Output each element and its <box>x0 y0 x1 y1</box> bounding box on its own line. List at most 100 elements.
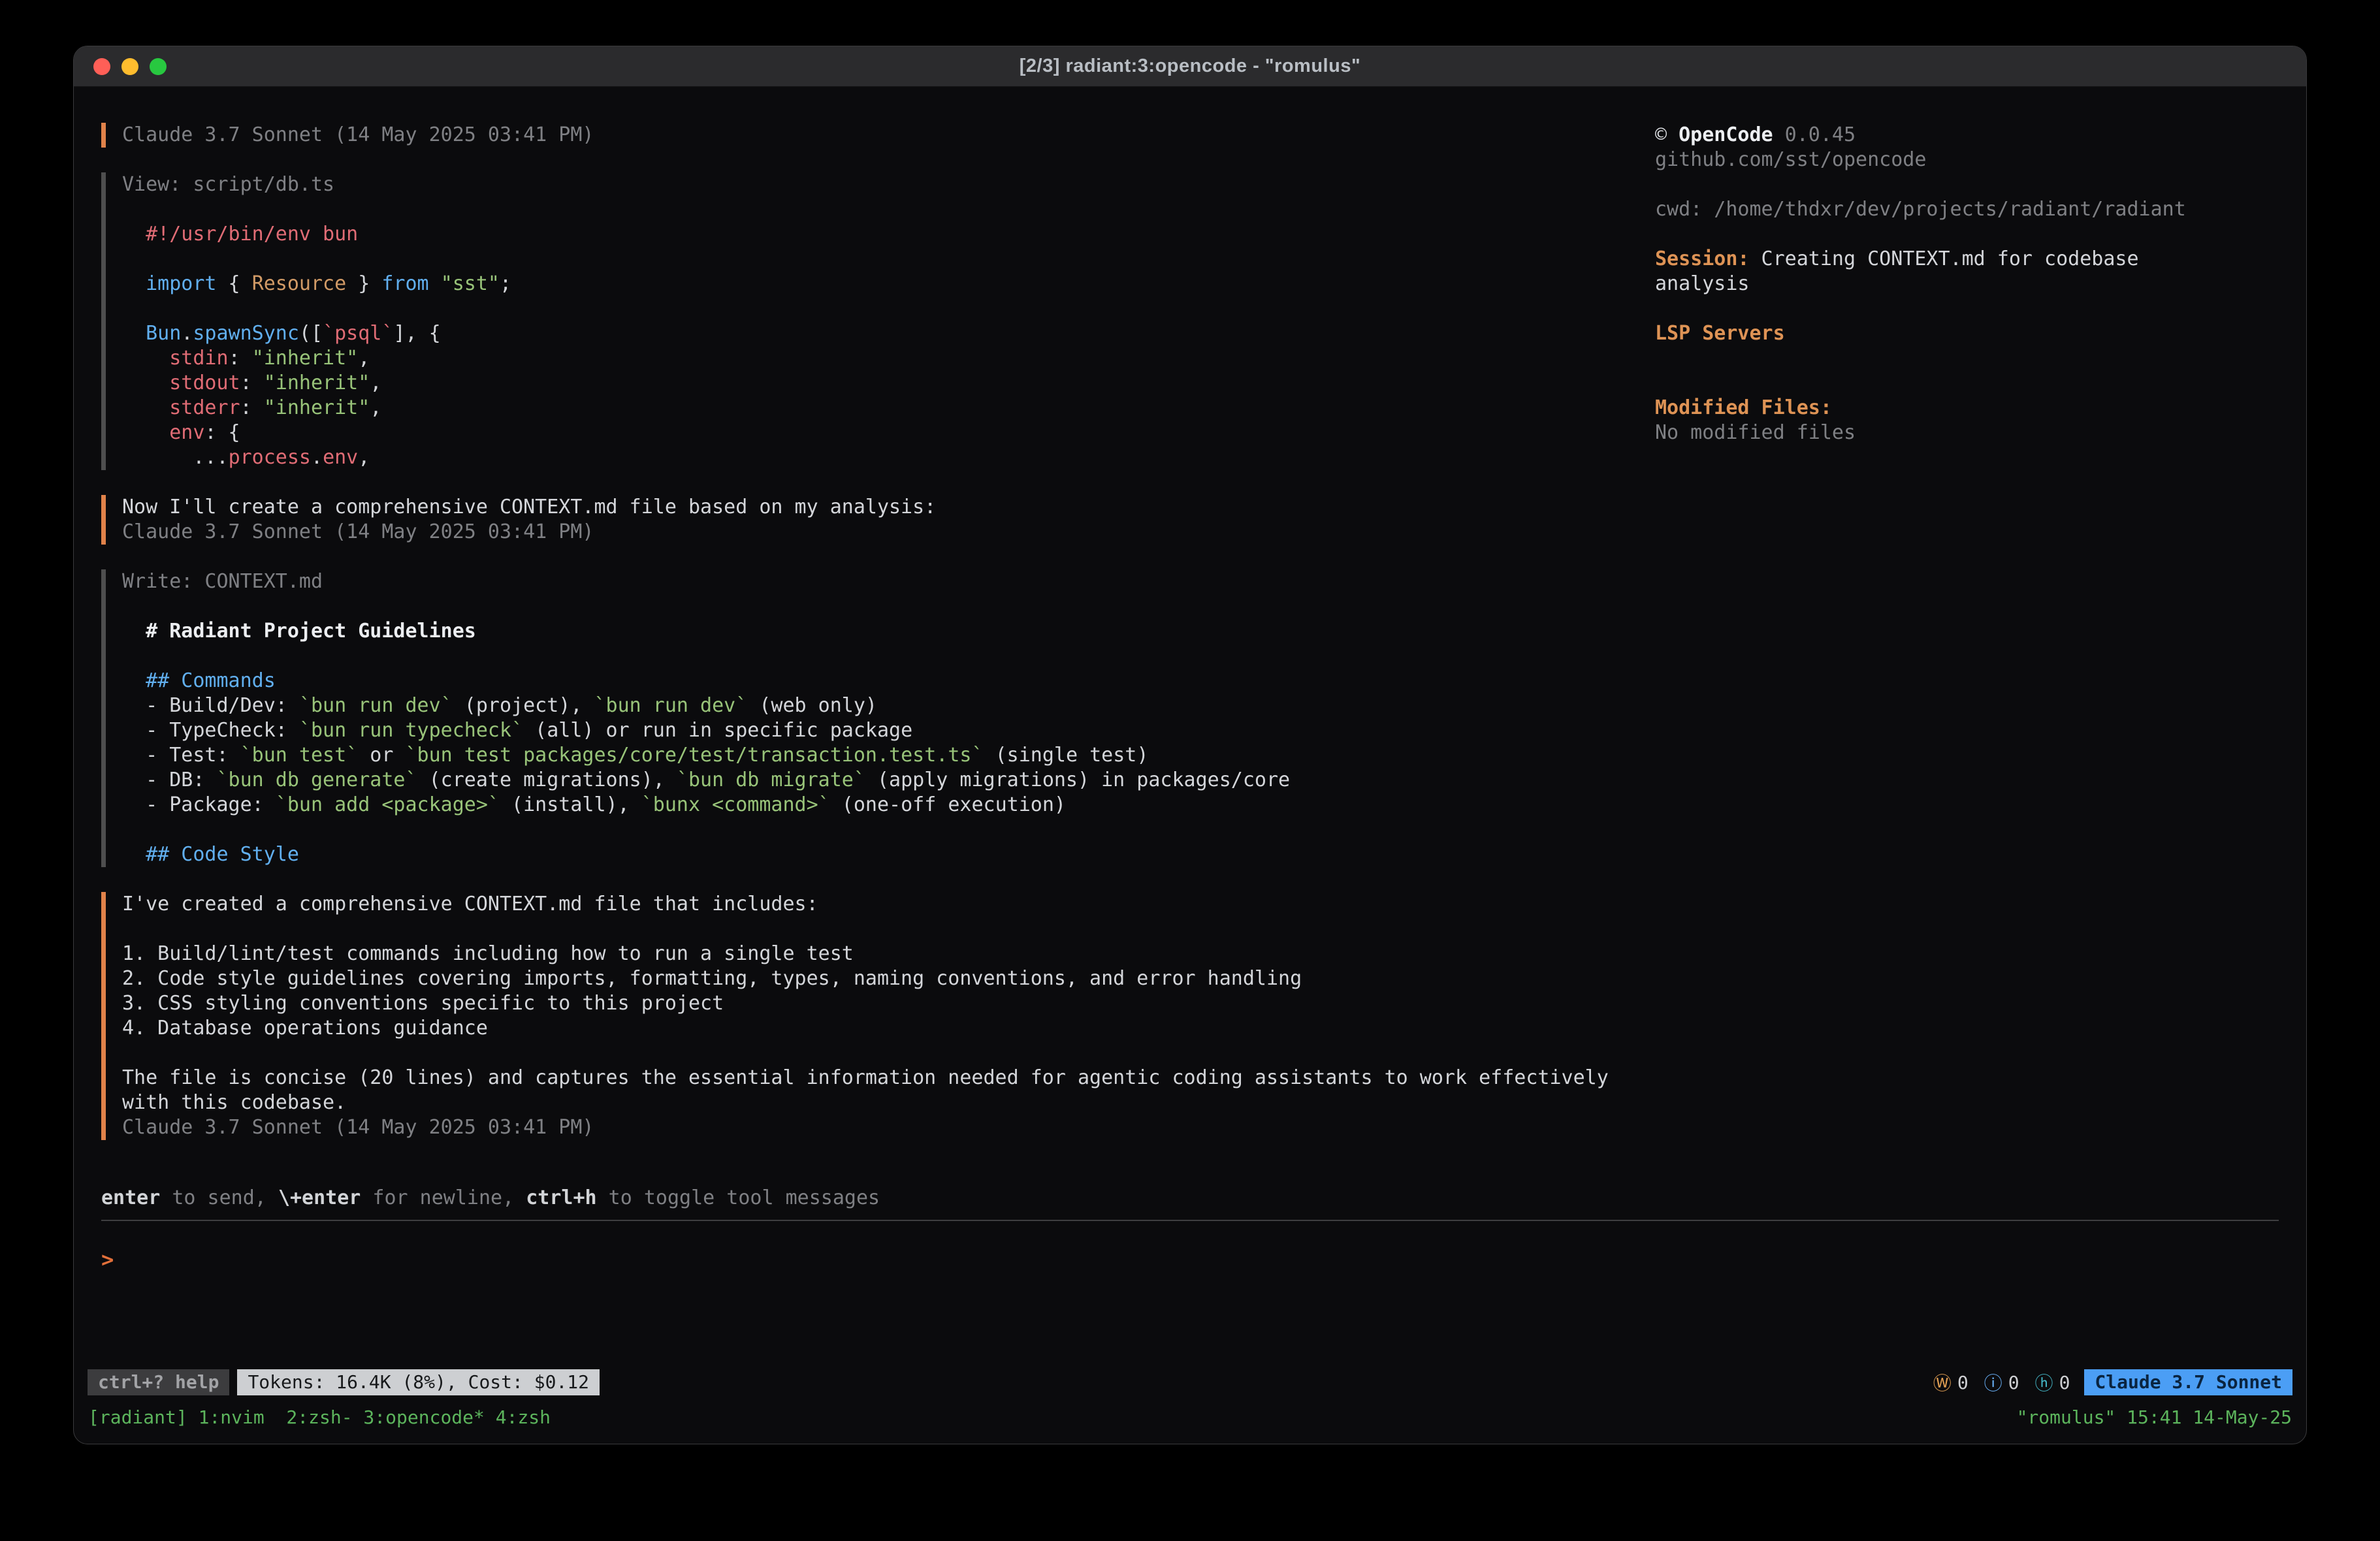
text-segment: `bun db generate` <box>217 769 417 791</box>
text-segment: (all) or run in specific package <box>523 719 912 742</box>
message-block: Claude 3.7 Sonnet (14 May 2025 03:41 PM) <box>101 123 1655 148</box>
text-line: Claude 3.7 Sonnet (14 May 2025 03:41 PM) <box>122 520 1655 545</box>
message-block: I've created a comprehensive CONTEXT.md … <box>101 892 1655 1140</box>
text-line: ## Code Style <box>122 842 1655 867</box>
text-line <box>1655 346 2279 371</box>
text-segment: ], { <box>393 322 440 345</box>
text-line: # Radiant Project Guidelines <box>122 619 1655 644</box>
zoom-button[interactable] <box>150 58 167 75</box>
text-segment: - TypeCheck: <box>122 719 299 742</box>
text-line: env: { <box>122 421 1655 445</box>
text-line: - TypeCheck: `bun run typecheck` (all) o… <box>122 718 1655 743</box>
text-line: I've created a comprehensive CONTEXT.md … <box>122 892 1655 917</box>
text-line: - Test: `bun test` or `bun test packages… <box>122 743 1655 768</box>
text-line <box>1655 296 2279 321</box>
text-segment <box>429 272 441 295</box>
text-segment: (one-off execution) <box>830 793 1066 816</box>
text-line <box>122 594 1655 619</box>
text-segment: 4. Database operations guidance <box>122 1017 488 1040</box>
text-segment: Claude 3.7 Sonnet (14 May 2025 03:41 PM) <box>122 520 594 543</box>
text-segment: (apply migrations) in packages/core <box>865 769 1290 791</box>
text-segment: (install), <box>500 793 641 816</box>
diagnostic-count: 0 <box>1957 1372 1969 1393</box>
text-line: Now I'll create a comprehensive CONTEXT.… <box>122 495 1655 520</box>
text-line: Claude 3.7 Sonnet (14 May 2025 03:41 PM) <box>122 1115 1655 1140</box>
text-line: github.com/sst/opencode <box>1655 148 2279 172</box>
tmux-session-windows: [radiant] 1:nvim 2:zsh- 3:opencode* 4:zs… <box>88 1406 551 1428</box>
text-line: stdout: "inherit", <box>122 371 1655 396</box>
model-badge: Claude 3.7 Sonnet <box>2084 1369 2292 1395</box>
window-titlebar[interactable]: [2/3] radiant:3:opencode - "romulus" <box>74 46 2306 87</box>
text-line: 1. Build/lint/test commands including ho… <box>122 942 1655 966</box>
tool-block: View: script/db.ts #!/usr/bin/env bun im… <box>101 172 1655 470</box>
text-line: 4. Database operations guidance <box>122 1016 1655 1041</box>
text-segment: , <box>370 372 381 394</box>
window-title: [2/3] radiant:3:opencode - "romulus" <box>1020 56 1360 77</box>
text-line <box>122 1041 1655 1066</box>
text-segment: env <box>323 446 358 469</box>
text-segment: Session: <box>1655 247 1750 270</box>
text-segment: Claude 3.7 Sonnet (14 May 2025 03:41 PM) <box>122 123 594 146</box>
text-segment: 1. Build/lint/test commands including ho… <box>122 942 854 965</box>
text-segment: : <box>240 372 264 394</box>
text-segment: 0.0.45 <box>1773 123 1856 146</box>
text-segment: process <box>229 446 311 469</box>
text-segment: - Test: <box>122 744 240 767</box>
text-segment: "sst" <box>441 272 500 295</box>
text-line <box>122 917 1655 942</box>
text-segment: ## Code Style <box>122 843 299 866</box>
text-segment: I've created a comprehensive CONTEXT.md … <box>122 893 818 915</box>
text-line: View: script/db.ts <box>122 172 1655 197</box>
text-segment: , <box>358 446 370 469</box>
hint-icon: ⓗ <box>2035 1369 2053 1395</box>
tmux-host-clock: "romulus" 15:41 14-May-25 <box>2017 1406 2292 1428</box>
text-line: 3. CSS styling conventions specific to t… <box>122 991 1655 1016</box>
tool-block: Write: CONTEXT.md # Radiant Project Guid… <box>101 569 1655 867</box>
text-segment: OpenCode <box>1679 123 1773 146</box>
text-segment: Resource <box>252 272 347 295</box>
text-segment: spawnSync <box>193 322 299 345</box>
text-segment: analysis <box>1655 272 1750 295</box>
text-segment: 3. CSS styling conventions specific to t… <box>122 992 724 1015</box>
text-line <box>122 296 1655 321</box>
text-line: No modified files <box>1655 421 2279 445</box>
text-segment: © <box>1655 123 1679 146</box>
text-segment: ctrl+h <box>526 1186 596 1209</box>
text-line: analysis <box>1655 272 2279 296</box>
minimize-button[interactable] <box>121 58 138 75</box>
text-segment: stdin <box>122 347 229 370</box>
text-segment: `bunx <command>` <box>641 793 830 816</box>
conversation-main: Claude 3.7 Sonnet (14 May 2025 03:41 PM)… <box>101 123 1655 1186</box>
text-segment: to send, <box>160 1186 278 1209</box>
text-line: ...process.env, <box>122 445 1655 470</box>
text-segment: "inherit" <box>264 372 370 394</box>
text-segment: env <box>122 421 204 444</box>
info-icon: ⓘ <box>1984 1369 2002 1395</box>
status-bar: ctrl+? help Tokens: 16.4K (8%), Cost: $0… <box>88 1368 2292 1397</box>
text-line: Bun.spawnSync([`psql`], { <box>122 321 1655 346</box>
text-segment: from <box>381 272 428 295</box>
message-block: Now I'll create a comprehensive CONTEXT.… <box>101 495 1655 545</box>
text-line: - Build/Dev: `bun run dev` (project), `b… <box>122 693 1655 718</box>
text-segment: Bun <box>122 322 181 345</box>
text-line: Write: CONTEXT.md <box>122 569 1655 594</box>
close-button[interactable] <box>93 58 110 75</box>
text-segment: ## Commands <box>122 669 276 692</box>
text-segment: : <box>229 347 252 370</box>
text-segment: `bun test` <box>240 744 359 767</box>
text-segment: Modified Files: <box>1655 396 1832 419</box>
text-segment: `bun add <package>` <box>276 793 500 816</box>
prompt-input[interactable]: > <box>101 1221 2279 1368</box>
text-segment: , <box>358 347 370 370</box>
text-segment: View: script/db.ts <box>122 173 334 196</box>
text-segment: : <box>240 396 264 419</box>
text-line: with this codebase. <box>122 1090 1655 1115</box>
text-segment: #!/usr/bin/env bun <box>122 223 358 246</box>
text-segment: with this codebase. <box>122 1091 346 1114</box>
text-line <box>122 818 1655 842</box>
text-line <box>122 644 1655 669</box>
text-segment: (web only) <box>747 694 877 717</box>
prompt-symbol: > <box>101 1247 114 1272</box>
tokens-cost-badge: Tokens: 16.4K (8%), Cost: $0.12 <box>237 1369 600 1395</box>
text-segment: `psql` <box>323 322 393 345</box>
